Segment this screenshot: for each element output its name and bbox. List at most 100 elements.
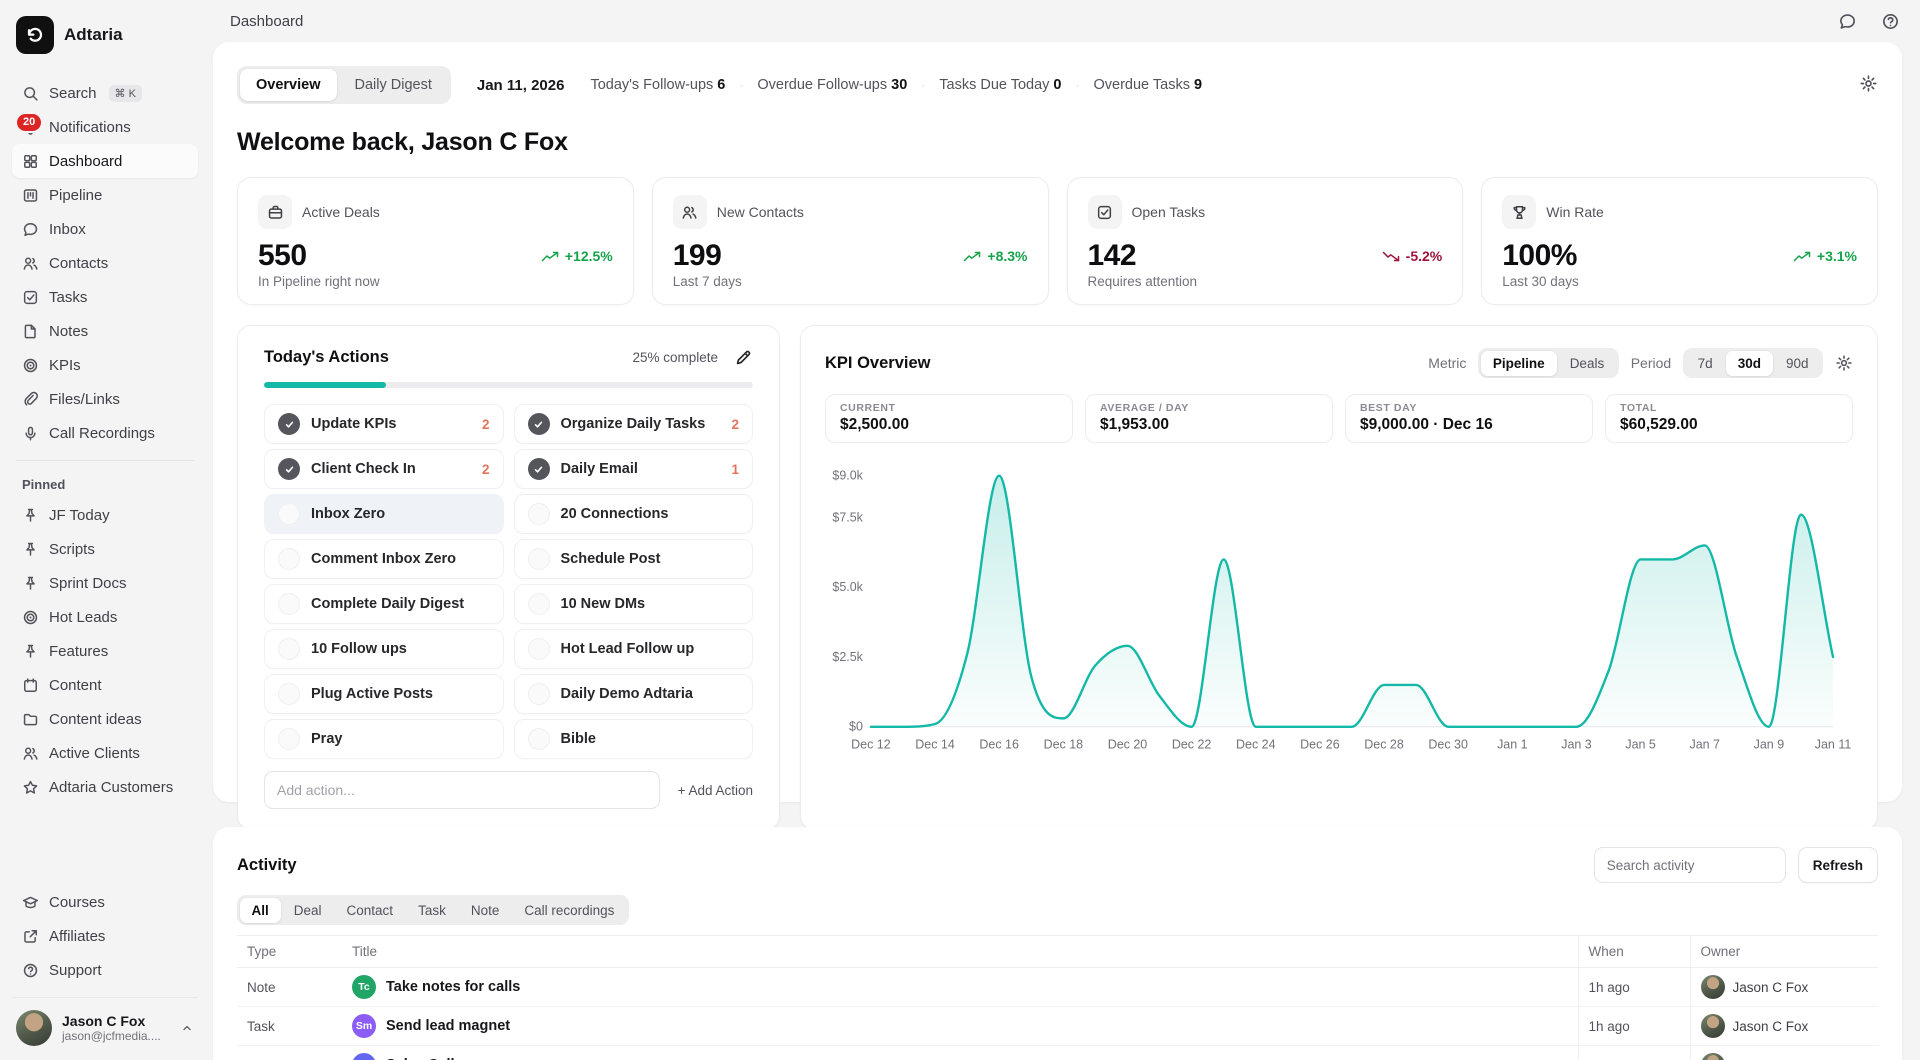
paperclip-icon	[22, 391, 39, 408]
activity-tab-contact[interactable]: Contact	[335, 898, 406, 923]
sidebar-item-notes[interactable]: Notes	[12, 314, 198, 348]
user-email: jason@jcfmedia....	[62, 1029, 161, 1043]
sidebar-item-kpis[interactable]: KPIs	[12, 348, 198, 382]
sidebar-item-content-ideas[interactable]: Content ideas	[12, 702, 198, 736]
sidebar-item-active-clients[interactable]: Active Clients	[12, 736, 198, 770]
sidebar-item-inbox[interactable]: Inbox	[12, 212, 198, 246]
action-item-bible[interactable]: Bible	[514, 719, 754, 759]
add-action-button[interactable]: + Add Action	[678, 783, 753, 798]
period-option-7d[interactable]: 7d	[1686, 351, 1725, 376]
external-link-icon	[22, 928, 39, 945]
table-row[interactable]: NoteTcTake notes for calls1h agoJason C …	[237, 968, 1878, 1007]
svg-text:Dec 24: Dec 24	[1236, 738, 1276, 752]
trend-up-icon	[541, 250, 559, 263]
sidebar-item-sprint-docs[interactable]: Sprint Docs	[12, 566, 198, 600]
stat-card-sublabel: Requires attention	[1088, 274, 1443, 289]
pencil-icon[interactable]	[734, 348, 753, 367]
unchecked-circle-icon[interactable]	[528, 593, 550, 615]
table-row[interactable]: NoteSCSales Call1h agoJason C Fox	[237, 1046, 1878, 1060]
sidebar-item-call-recordings[interactable]: Call Recordings	[12, 416, 198, 450]
unchecked-circle-icon[interactable]	[528, 728, 550, 750]
unchecked-circle-icon[interactable]	[278, 683, 300, 705]
unchecked-circle-icon[interactable]	[278, 728, 300, 750]
header-stat-value: 30	[891, 77, 907, 93]
activity-tab-note[interactable]: Note	[459, 898, 512, 923]
action-item-schedule-post[interactable]: Schedule Post	[514, 539, 754, 579]
sidebar-item-support[interactable]: Support	[12, 953, 198, 987]
tab-daily-digest[interactable]: Daily Digest	[339, 69, 448, 101]
sidebar-item-label: Pipeline	[49, 187, 102, 204]
sidebar-item-hot-leads[interactable]: Hot Leads	[12, 600, 198, 634]
period-toggle: 7d30d90d	[1683, 348, 1823, 378]
sidebar-item-label: Sprint Docs	[49, 575, 127, 592]
tab-overview[interactable]: Overview	[240, 69, 337, 101]
sidebar-item-dashboard[interactable]: Dashboard	[12, 144, 198, 178]
stat-card-trend: -5.2%	[1382, 248, 1443, 264]
gear-icon[interactable]	[1835, 354, 1853, 372]
metric-option-pipeline[interactable]: Pipeline	[1481, 351, 1557, 376]
sidebar-item-affiliates[interactable]: Affiliates	[12, 919, 198, 953]
action-item-update-kpis[interactable]: Update KPIs2	[264, 404, 504, 444]
unchecked-circle-icon[interactable]	[278, 503, 300, 525]
unchecked-circle-icon[interactable]	[278, 548, 300, 570]
unchecked-circle-icon[interactable]	[528, 638, 550, 660]
gear-icon[interactable]	[1859, 74, 1878, 93]
action-item-daily-email[interactable]: Daily Email1	[514, 449, 754, 489]
sidebar-item-jf-today[interactable]: JF Today	[12, 498, 198, 532]
action-item-pray[interactable]: Pray	[264, 719, 504, 759]
checked-circle-icon[interactable]	[278, 413, 300, 435]
activity-tab-task[interactable]: Task	[406, 898, 458, 923]
period-option-30d[interactable]: 30d	[1726, 351, 1773, 376]
chat-bubble-icon[interactable]	[1838, 12, 1857, 31]
unchecked-circle-icon[interactable]	[528, 503, 550, 525]
sidebar-item-features[interactable]: Features	[12, 634, 198, 668]
pin-icon	[22, 643, 39, 660]
table-row[interactable]: TaskSmSend lead magnet1h agoJason C Fox	[237, 1007, 1878, 1046]
action-item-client-check-in[interactable]: Client Check In2	[264, 449, 504, 489]
action-item-hot-lead-follow-up[interactable]: Hot Lead Follow up	[514, 629, 754, 669]
help-circle-icon[interactable]	[1881, 12, 1900, 31]
activity-when-cell: 1h ago	[1578, 1007, 1690, 1046]
checked-circle-icon[interactable]	[528, 458, 550, 480]
action-item-comment-inbox-zero[interactable]: Comment Inbox Zero	[264, 539, 504, 579]
activity-tab-all[interactable]: All	[240, 898, 281, 923]
sidebar-item-scripts[interactable]: Scripts	[12, 532, 198, 566]
activity-tab-deal[interactable]: Deal	[282, 898, 334, 923]
activity-tab-call-recordings[interactable]: Call recordings	[512, 898, 626, 923]
search-shortcut: ⌘ K	[109, 85, 142, 102]
action-item-10-new-dms[interactable]: 10 New DMs	[514, 584, 754, 624]
action-item-20-connections[interactable]: 20 Connections	[514, 494, 754, 534]
stat-card-sublabel: Last 30 days	[1502, 274, 1857, 289]
sidebar-item-search[interactable]: Search ⌘ K	[12, 76, 198, 110]
sidebar-item-tasks[interactable]: Tasks	[12, 280, 198, 314]
checked-circle-icon[interactable]	[278, 458, 300, 480]
activity-search-input[interactable]	[1594, 847, 1786, 883]
stat-card-sublabel: In Pipeline right now	[258, 274, 613, 289]
sidebar-item-notifications[interactable]: Notifications20	[12, 110, 198, 144]
period-option-90d[interactable]: 90d	[1774, 351, 1821, 376]
action-item-organize-daily-tasks[interactable]: Organize Daily Tasks2	[514, 404, 754, 444]
sidebar-item-contacts[interactable]: Contacts	[12, 246, 198, 280]
action-label: Inbox Zero	[311, 506, 385, 522]
unchecked-circle-icon[interactable]	[528, 548, 550, 570]
metric-option-deals[interactable]: Deals	[1558, 351, 1617, 376]
sidebar-item-courses[interactable]: Courses	[12, 885, 198, 919]
sidebar-item-files-links[interactable]: Files/Links	[12, 382, 198, 416]
action-item-daily-demo-adtaria[interactable]: Daily Demo Adtaria	[514, 674, 754, 714]
sidebar-item-content[interactable]: Content	[12, 668, 198, 702]
user-menu[interactable]: Jason C Fox jason@jcfmedia....	[12, 997, 198, 1050]
refresh-button[interactable]: Refresh	[1798, 847, 1878, 883]
sidebar-item-adtaria-customers[interactable]: Adtaria Customers	[12, 770, 198, 804]
unchecked-circle-icon[interactable]	[528, 683, 550, 705]
sidebar-item-pipeline[interactable]: Pipeline	[12, 178, 198, 212]
action-label: Client Check In	[311, 461, 416, 477]
action-item-complete-daily-digest[interactable]: Complete Daily Digest	[264, 584, 504, 624]
action-item-inbox-zero[interactable]: Inbox Zero	[264, 494, 504, 534]
check-icon	[283, 463, 296, 476]
unchecked-circle-icon[interactable]	[278, 593, 300, 615]
unchecked-circle-icon[interactable]	[278, 638, 300, 660]
action-item-plug-active-posts[interactable]: Plug Active Posts	[264, 674, 504, 714]
checked-circle-icon[interactable]	[528, 413, 550, 435]
add-action-input[interactable]	[264, 771, 660, 809]
action-item-10-follow-ups[interactable]: 10 Follow ups	[264, 629, 504, 669]
